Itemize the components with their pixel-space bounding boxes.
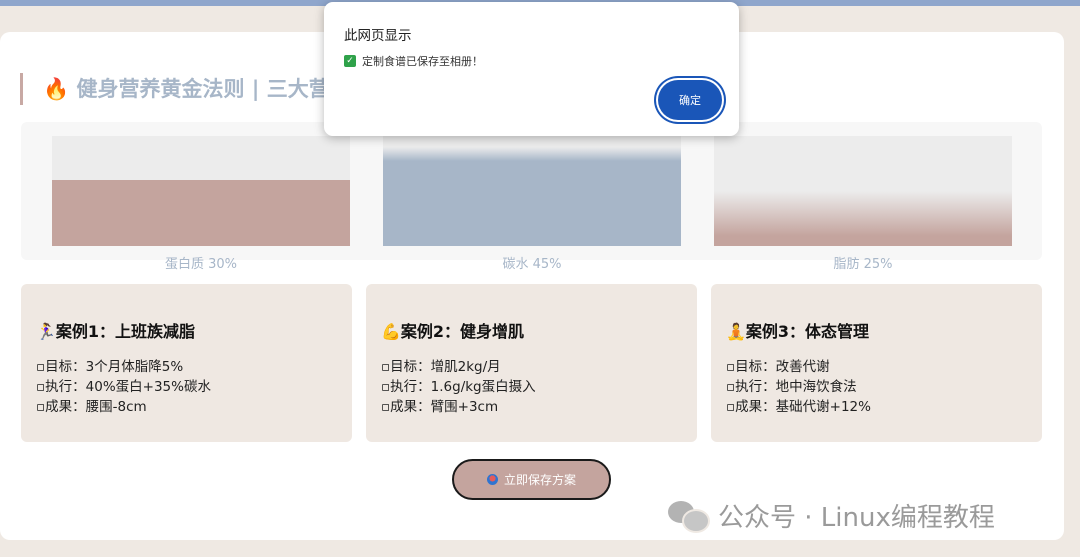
dialog-message-text: 定制食谱已保存至相册！ xyxy=(362,55,483,68)
page-title: 🔥 健身营养黄金法则 | 三大营 xyxy=(20,73,330,105)
bar-label-fat: 脂肪 25% xyxy=(833,257,893,272)
checkmark-icon: ✓ xyxy=(344,55,356,67)
watermark: 公众号 · Linux编程教程 xyxy=(668,496,995,534)
save-plan-button[interactable]: 立即保存方案 xyxy=(452,459,611,500)
case-title: 🧘案例3：体态管理 xyxy=(726,322,870,341)
case-card-2: 💪案例2：健身增肌 ▫目标：增肌2kg/月 ▫执行：1.6g/kg蛋白摄入 ▫成… xyxy=(366,284,697,442)
case-goal: ▫目标：增肌2kg/月 xyxy=(381,359,501,375)
wechat-icon xyxy=(668,499,710,533)
alert-dialog: 此网页显示 ✓ 定制食谱已保存至相册！ 确定 xyxy=(324,2,739,136)
case-goal: ▫目标：3个月体脂降5% xyxy=(36,359,184,375)
bar-track-fat xyxy=(714,136,1012,246)
bar-label-carb: 碳水 45% xyxy=(502,257,562,272)
case-card-3: 🧘案例3：体态管理 ▫目标：改善代谢 ▫执行：地中海饮食法 ▫成果：基础代谢+1… xyxy=(711,284,1042,442)
bar-fat xyxy=(714,191,1012,246)
bar-track-protein xyxy=(52,136,350,246)
dialog-title: 此网页显示 xyxy=(344,28,412,44)
case-method: ▫执行：地中海饮食法 xyxy=(726,379,857,395)
bar-carb xyxy=(383,147,681,246)
watermark-text: 公众号 · Linux编程教程 xyxy=(718,502,995,533)
confirm-button[interactable]: 确定 xyxy=(658,80,722,120)
save-plan-label: 立即保存方案 xyxy=(503,473,576,487)
case-result: ▫成果：基础代谢+12% xyxy=(726,399,871,415)
case-card-1: 🏃‍♀️案例1：上班族减脂 ▫目标：3个月体脂降5% ▫执行：40%蛋白+35%… xyxy=(21,284,352,442)
bar-protein xyxy=(52,180,350,246)
case-result: ▫成果：腰围-8cm xyxy=(36,399,147,415)
bar-track-carb xyxy=(383,136,681,246)
case-method: ▫执行：40%蛋白+35%碳水 xyxy=(36,379,211,395)
dialog-message: ✓ 定制食谱已保存至相册！ xyxy=(344,53,483,69)
bar-label-protein: 蛋白质 30% xyxy=(164,257,238,272)
save-icon xyxy=(486,474,498,485)
case-title: 💪案例2：健身增肌 xyxy=(381,322,525,341)
case-title: 🏃‍♀️案例1：上班族减脂 xyxy=(36,322,196,341)
case-result: ▫成果：臂围+3cm xyxy=(381,399,499,415)
page-title-text: 🔥 健身营养黄金法则 | 三大营 xyxy=(43,77,330,101)
case-goal: ▫目标：改善代谢 xyxy=(726,359,830,375)
case-method: ▫执行：1.6g/kg蛋白摄入 xyxy=(381,379,536,395)
